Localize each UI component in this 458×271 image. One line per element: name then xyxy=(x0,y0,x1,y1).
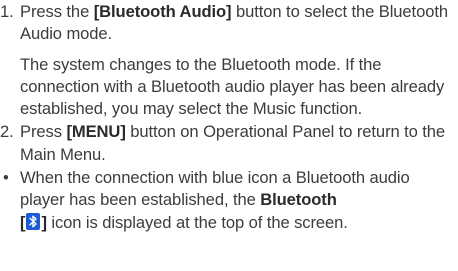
step-number: 2. xyxy=(0,122,14,142)
bullet-text: When the connection with blue icon a Blu… xyxy=(20,167,458,234)
bullet-marker: • xyxy=(3,168,9,188)
step-text-pre: Press xyxy=(20,122,67,142)
step-1: 1. Press the [Bluetooth Audio] button to… xyxy=(0,1,458,46)
instruction-document: 1. Press the [Bluetooth Audio] button to… xyxy=(0,1,458,234)
step-text: Press the [Bluetooth Audio] button to se… xyxy=(20,1,458,46)
bluetooth-audio-button-ref: [Bluetooth Audio] xyxy=(93,2,232,21)
step-number: 1. xyxy=(0,2,14,21)
bullet-text-pre: When the connection with blue icon a Blu… xyxy=(20,168,410,210)
step-2: 2. Press [MENU] button on Operational Pa… xyxy=(0,121,458,166)
step-text: Press [MENU] button on Operational Panel… xyxy=(20,121,458,166)
menu-button-ref: [MENU] xyxy=(66,122,126,142)
step-text-pre: Press the xyxy=(20,2,94,21)
step-1-note: The system changes to the Bluetooth mode… xyxy=(20,54,445,119)
bullet-note: • When the connection with blue icon a B… xyxy=(0,167,458,234)
bluetooth-label: Bluetooth xyxy=(260,190,337,210)
bracket-open: [ xyxy=(20,212,26,232)
bullet-text-post: icon is displayed at the top of the scre… xyxy=(46,212,348,232)
bluetooth-icon xyxy=(26,212,41,230)
